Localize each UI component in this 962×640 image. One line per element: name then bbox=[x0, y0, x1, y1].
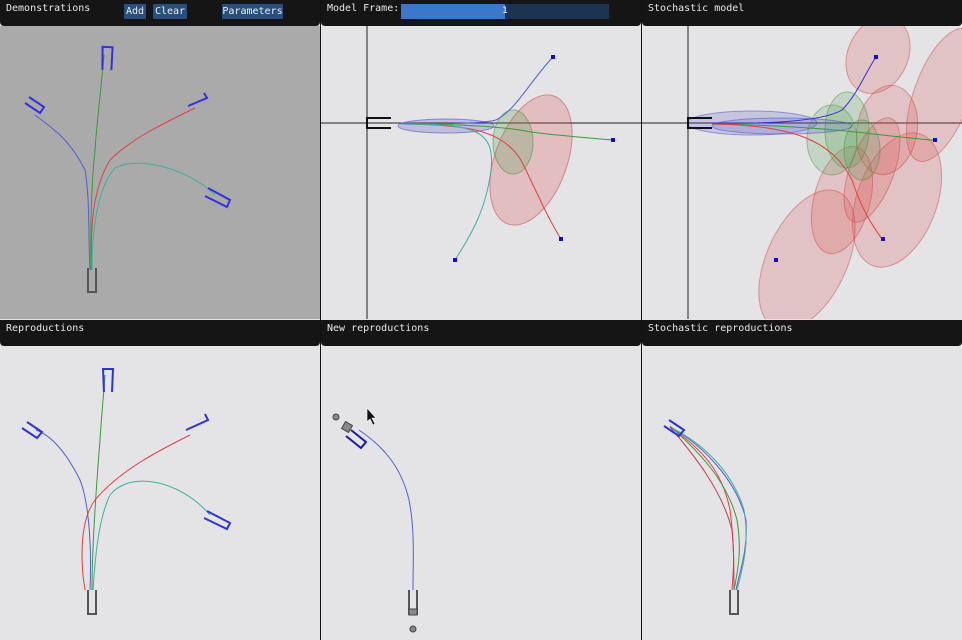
target-point bbox=[559, 237, 563, 241]
target-point bbox=[551, 55, 555, 59]
frame-marker-right bbox=[185, 413, 210, 431]
gaussian-red bbox=[489, 94, 573, 226]
start-frame-marker bbox=[87, 268, 97, 293]
stochastic-model-titlebar: Stochastic model bbox=[642, 0, 962, 26]
goal-frame-marker bbox=[663, 419, 686, 438]
start-frame-marker bbox=[729, 590, 739, 615]
stochastic-model-canvas[interactable] bbox=[642, 26, 962, 319]
drag-handle[interactable] bbox=[408, 608, 418, 616]
drag-handle[interactable] bbox=[332, 413, 340, 421]
target-point bbox=[874, 55, 878, 59]
demonstrations-canvas[interactable] bbox=[0, 26, 320, 319]
parameters-button[interactable]: Parameters bbox=[222, 4, 283, 19]
frame-marker-lower-right bbox=[204, 187, 232, 209]
frame-marker-left bbox=[24, 96, 46, 115]
reproductions-title: Reproductions bbox=[6, 323, 85, 334]
new-reproductions-titlebar: New reproductions bbox=[321, 320, 641, 346]
target-point bbox=[453, 258, 457, 262]
stochastic-repro-trajectory bbox=[673, 428, 747, 591]
frame-marker-left bbox=[21, 421, 44, 440]
stochastic-reproductions-canvas[interactable] bbox=[642, 346, 962, 640]
stochastic-reproductions-titlebar: Stochastic reproductions bbox=[642, 320, 962, 346]
new-reproductions-canvas[interactable] bbox=[321, 346, 641, 640]
stochastic-reproductions-title: Stochastic reproductions bbox=[648, 323, 793, 334]
repro-trajectory-teal bbox=[92, 480, 211, 591]
clear-button[interactable]: Clear bbox=[153, 4, 187, 19]
start-frame-marker bbox=[87, 590, 97, 615]
stochastic-model-title: Stochastic model bbox=[648, 3, 745, 14]
gaussian-green bbox=[492, 109, 534, 175]
new-reproductions-panel: New reproductions bbox=[321, 320, 641, 640]
reproductions-canvas[interactable] bbox=[0, 346, 320, 640]
demonstrations-titlebar: Demonstrations Add Clear Parameters bbox=[0, 0, 320, 26]
repro-trajectory-green bbox=[91, 374, 106, 591]
demo-trajectory-red bbox=[90, 107, 196, 271]
model-frame-panel: Model Frame: 1 bbox=[321, 0, 641, 319]
model-frame-title: Model Frame: bbox=[327, 3, 400, 14]
gaussian-green bbox=[843, 119, 881, 181]
frame-marker-lower-right bbox=[203, 510, 232, 531]
reproductions-panel: Reproductions bbox=[0, 320, 320, 640]
add-button[interactable]: Add bbox=[124, 4, 146, 19]
model-frame-slider-value: 1 bbox=[502, 6, 508, 16]
demonstrations-panel: Demonstrations Add Clear Parameters bbox=[0, 0, 320, 319]
model-frame-titlebar: Model Frame: 1 bbox=[321, 0, 641, 26]
demo-trajectory-blue bbox=[34, 114, 91, 271]
frame-marker-top bbox=[101, 45, 114, 71]
stochastic-reproductions-panel: Stochastic reproductions bbox=[642, 320, 962, 640]
frame-marker-top bbox=[101, 368, 115, 393]
new-reproductions-title: New reproductions bbox=[327, 323, 430, 334]
stochastic-repro-trajectory bbox=[669, 426, 735, 591]
frame-marker-right bbox=[187, 92, 209, 107]
cursor-icon bbox=[366, 407, 377, 426]
model-trajectory-teal bbox=[400, 123, 493, 261]
target-point bbox=[774, 258, 778, 262]
target-point bbox=[933, 138, 937, 142]
target-point bbox=[611, 138, 615, 142]
drag-handle[interactable] bbox=[409, 625, 417, 633]
demonstrations-title: Demonstrations bbox=[6, 3, 91, 14]
stochastic-model-panel: Stochastic model bbox=[642, 0, 962, 319]
model-frame-canvas[interactable] bbox=[321, 26, 641, 319]
new-repro-trajectory bbox=[358, 429, 414, 591]
model-frame-slider[interactable]: 1 bbox=[401, 4, 609, 19]
stochastic-repro-trajectory bbox=[671, 427, 747, 591]
reproductions-titlebar: Reproductions bbox=[0, 320, 320, 346]
target-point bbox=[881, 237, 885, 241]
demo-trajectory-teal bbox=[91, 162, 216, 271]
